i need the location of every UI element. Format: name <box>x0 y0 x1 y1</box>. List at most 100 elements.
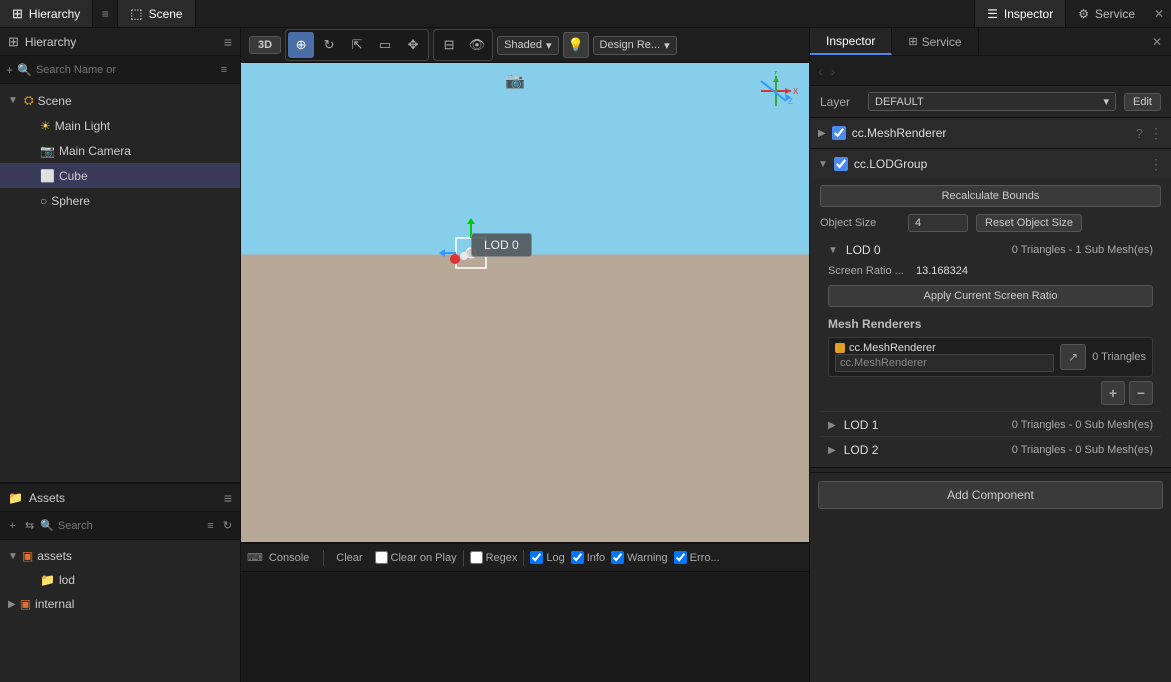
assets-internal-label: internal <box>35 597 74 611</box>
assets-add-btn[interactable]: + <box>6 516 19 536</box>
hierarchy-icon: ⊞ <box>12 6 23 22</box>
tab-service[interactable]: ⚙ Service <box>1065 0 1147 27</box>
btn-3d[interactable]: 3D <box>249 36 281 54</box>
clearonplay-checkbox[interactable] <box>375 551 388 564</box>
mesh-renderer-arrow: ▶ <box>818 128 826 139</box>
svg-text:X: X <box>793 87 799 96</box>
add-component-btn[interactable]: Add Component <box>818 481 1163 509</box>
mesh-add-btn[interactable]: + <box>1101 381 1125 405</box>
mesh-renderer-help-icon[interactable]: ? <box>1136 126 1143 141</box>
hierarchy-menu-btn[interactable]: ≡ <box>93 0 117 27</box>
object-size-input[interactable] <box>908 214 968 232</box>
lod-group-menu-icon[interactable]: ⋮ <box>1149 156 1163 173</box>
rotate-tool-btn[interactable]: ↻ <box>316 32 342 58</box>
mesh-remove-btn[interactable]: − <box>1129 381 1153 405</box>
light-btn[interactable]: 💡 <box>563 32 589 58</box>
assets-search-input[interactable] <box>58 520 200 532</box>
warning-checkbox[interactable] <box>611 551 624 564</box>
console-sep3 <box>523 550 524 566</box>
lod-group-checkbox[interactable] <box>834 157 848 171</box>
hierarchy-cube[interactable]: ⬜ Cube <box>0 163 240 188</box>
assets-internal-folder-icon: ▣ <box>20 597 31 611</box>
mesh-renderer-checkbox[interactable] <box>832 126 846 140</box>
assets-internal-item[interactable]: ▶ ▣ internal <box>0 592 240 616</box>
tab-hierarchy[interactable]: ⊞ Hierarchy <box>0 0 93 27</box>
console-error-check[interactable]: Erro... <box>674 551 720 564</box>
move-tool-btn[interactable]: ⊕ <box>288 32 314 58</box>
console-info-check[interactable]: Info <box>571 551 605 564</box>
assets-collapse-btn[interactable]: ⇆ <box>23 516 36 536</box>
regex-checkbox[interactable] <box>470 551 483 564</box>
mesh-renderer-header[interactable]: ▶ cc.MeshRenderer ? ⋮ <box>810 118 1171 148</box>
apply-screen-ratio-btn[interactable]: Apply Current Screen Ratio <box>828 285 1153 307</box>
lod-group-header[interactable]: ▼ cc.LODGroup ⋮ <box>810 149 1171 179</box>
insp-forward-btn[interactable]: › <box>831 63 836 79</box>
reset-object-size-btn[interactable]: Reset Object Size <box>976 214 1082 232</box>
tab-scene[interactable]: ⬚ Scene <box>117 0 195 27</box>
inspector-nav: ‹ › <box>810 56 1171 86</box>
insp-back-btn[interactable]: ‹ <box>818 63 823 79</box>
hierarchy-main-camera[interactable]: 📷 Main Camera <box>0 138 240 163</box>
scene-orientation-gizmo[interactable]: X Y Z <box>751 71 801 111</box>
center-panel: 3D ⊕ ↻ ⇱ ▭ ✥ ⊟ 👁 Shaded ▾ 💡 Design Re...… <box>241 28 809 682</box>
scene-view[interactable]: 📷 LOD 0 <box>241 63 809 542</box>
design-mode-select[interactable]: Design Re... ▾ <box>593 36 677 55</box>
transform-tool-btn[interactable]: ✥ <box>400 32 426 58</box>
hierarchy-sphere[interactable]: ○ Sphere <box>0 188 240 213</box>
mesh-input-field[interactable] <box>835 354 1054 372</box>
assets-icon: 📁 <box>8 491 23 505</box>
console-warning-check[interactable]: Warning <box>611 551 668 564</box>
assets-lod-label: lod <box>59 573 75 587</box>
service-tab-right[interactable]: ⊞ Service <box>892 28 978 55</box>
left-panel: ⊞ Hierarchy ≡ + 🔍 ≡ ▼ ⛭ Scene ☀ Ma <box>0 28 241 682</box>
scale-tool-btn[interactable]: ⇱ <box>344 32 370 58</box>
recalculate-bounds-btn[interactable]: Recalculate Bounds <box>820 185 1161 207</box>
mesh-dot-icon <box>835 343 845 353</box>
shade-chevron-icon: ▾ <box>546 39 552 52</box>
console-clearonplay-check[interactable]: Clear on Play <box>375 551 457 564</box>
anchor-tool-btn[interactable]: ⊟ <box>436 32 462 58</box>
console-clear-btn[interactable]: Clear <box>330 550 368 566</box>
scene-camera-icon: 📷 <box>505 71 525 91</box>
warning-label: Warning <box>627 552 668 564</box>
assets-refresh-btn[interactable]: ↻ <box>221 516 234 536</box>
log-checkbox[interactable] <box>530 551 543 564</box>
mesh-pick-btn[interactable]: ↗ <box>1060 344 1086 370</box>
info-checkbox[interactable] <box>571 551 584 564</box>
hierarchy-scene-item[interactable]: ▼ ⛭ Scene <box>0 88 240 113</box>
inspector-tab[interactable]: Inspector <box>810 28 892 55</box>
layer-select[interactable]: DEFAULT ▾ <box>868 92 1116 111</box>
assets-toolbar: + ⇆ 🔍 ≡ ↻ <box>0 512 240 540</box>
assets-list-btn[interactable]: ≡ <box>204 516 217 536</box>
console-sep2 <box>463 550 464 566</box>
inspector-menu-btn[interactable]: ✕ <box>1147 0 1171 27</box>
visible-tool-btn[interactable]: 👁 <box>464 32 490 58</box>
hierarchy-add-icon[interactable]: + <box>6 63 13 77</box>
shade-mode-select[interactable]: Shaded ▾ <box>497 36 558 55</box>
object-size-row: Object Size Reset Object Size <box>820 211 1161 235</box>
service-grid-icon: ⊞ <box>908 35 917 48</box>
console-regex-check[interactable]: Regex <box>470 551 518 564</box>
lod2-stats: 0 Triangles - 0 Sub Mesh(es) <box>1012 444 1153 456</box>
hierarchy-panel-menu[interactable]: ≡ <box>224 34 232 50</box>
hierarchy-section: ⊞ Hierarchy ≡ + 🔍 ≡ ▼ ⛭ Scene ☀ Ma <box>0 28 240 482</box>
mesh-renderer-menu-icon[interactable]: ⋮ <box>1149 125 1163 142</box>
error-checkbox[interactable] <box>674 551 687 564</box>
inspector-close-btn[interactable]: ✕ <box>1143 35 1171 49</box>
hierarchy-search-bar: + 🔍 ≡ <box>0 56 240 84</box>
hierarchy-search-input[interactable] <box>36 64 210 76</box>
lod0-expand-arrow[interactable]: ▼ <box>828 245 838 256</box>
assets-root-item[interactable]: ▼ ▣ assets <box>0 544 240 568</box>
hierarchy-list-icon[interactable]: ≡ <box>214 60 234 80</box>
console-section: ⌨ Console Clear Clear on Play Regex Log <box>241 542 809 682</box>
tab-inspector[interactable]: ☰ Inspector <box>974 0 1065 27</box>
clearonplay-label: Clear on Play <box>391 552 457 564</box>
rect-tool-btn[interactable]: ▭ <box>372 32 398 58</box>
hierarchy-main-light[interactable]: ☀ Main Light <box>0 113 240 138</box>
lod2-expand-arrow[interactable]: ▶ <box>828 445 836 456</box>
assets-lod-item[interactable]: 📁 lod <box>0 568 240 592</box>
assets-menu-btn[interactable]: ≡ <box>224 490 232 506</box>
console-log-check[interactable]: Log <box>530 551 564 564</box>
lod1-expand-arrow[interactable]: ▶ <box>828 420 836 431</box>
layer-edit-btn[interactable]: Edit <box>1124 93 1161 111</box>
